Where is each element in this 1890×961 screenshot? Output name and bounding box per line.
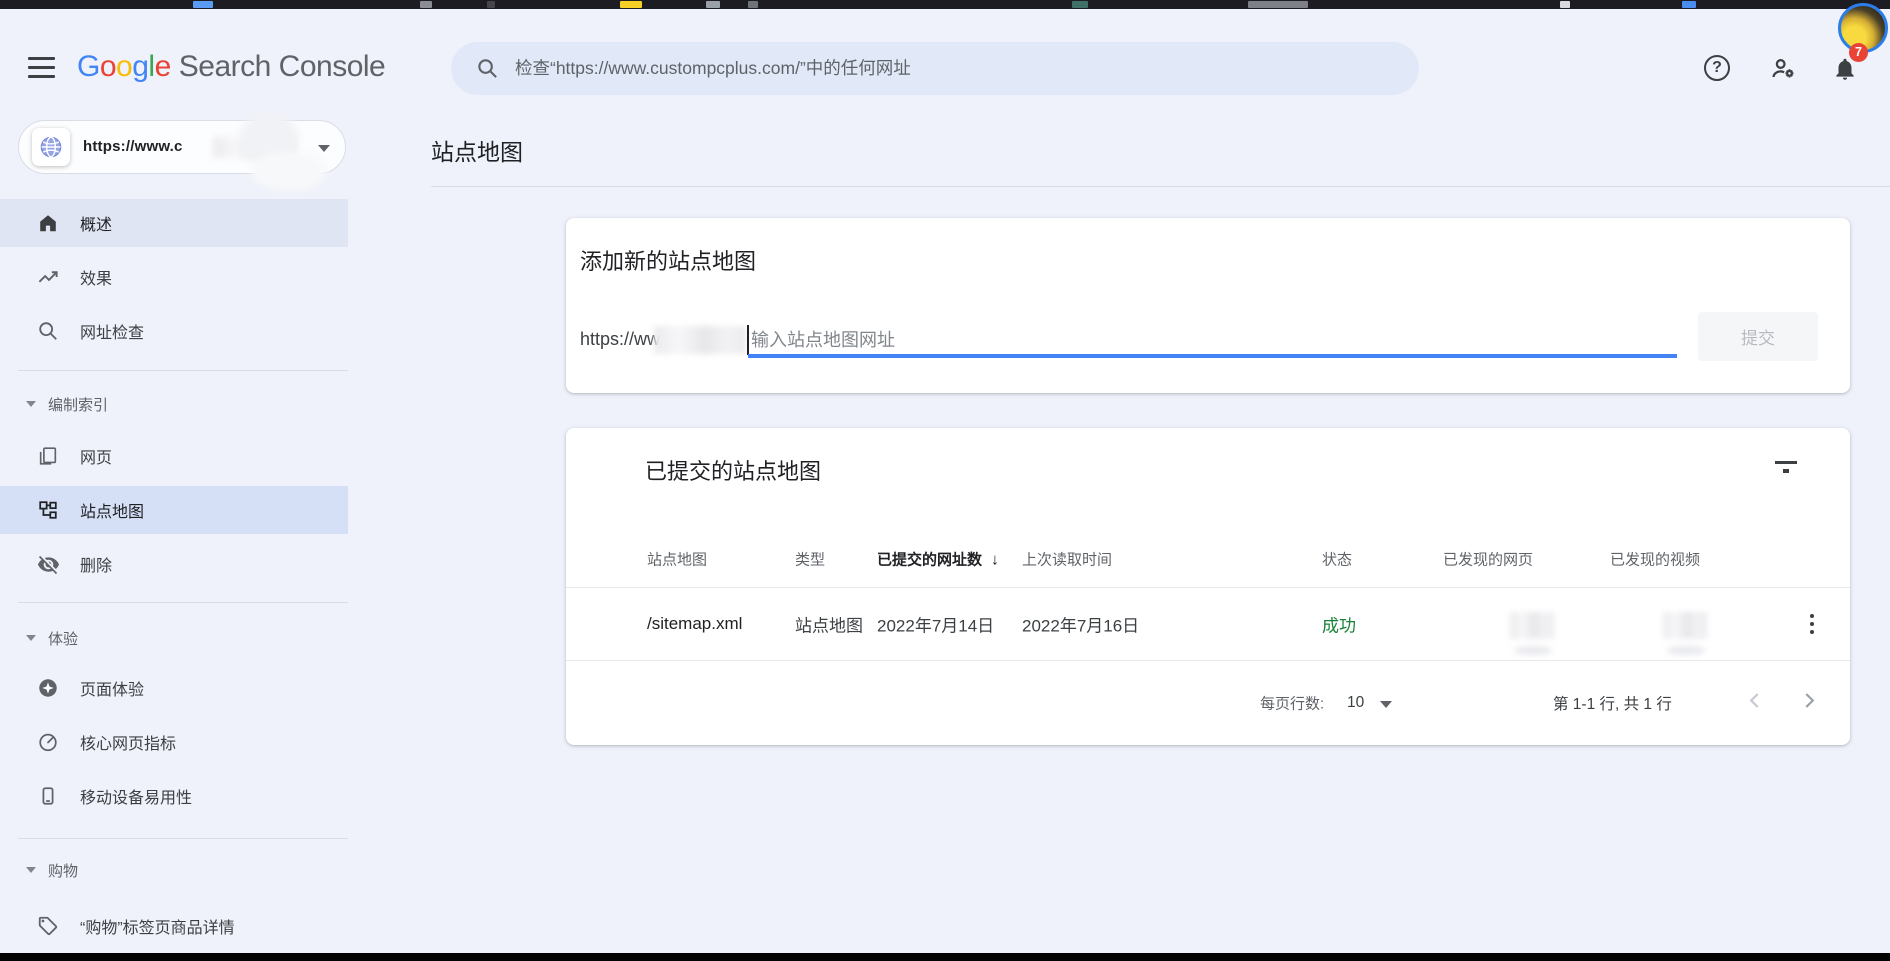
sidebar-item-pages[interactable]: 网页 bbox=[0, 432, 348, 480]
pages-icon bbox=[36, 444, 60, 468]
column-header-submitted-sorted[interactable]: 已提交的网址数↓ bbox=[877, 548, 999, 569]
tag-icon bbox=[36, 914, 60, 938]
notification-count-badge: 7 bbox=[1849, 43, 1868, 62]
url-inspection-input[interactable] bbox=[515, 42, 1395, 95]
trending-up-icon bbox=[36, 265, 60, 289]
sidebar-divider bbox=[18, 370, 348, 371]
rows-per-page-label: 每页行数: bbox=[1260, 693, 1324, 714]
next-page-button[interactable] bbox=[1796, 688, 1822, 719]
text-cursor bbox=[747, 325, 749, 355]
rows-per-page-value[interactable]: 10 bbox=[1347, 694, 1364, 712]
cell-last-read-date: 2022年7月16日 bbox=[1022, 612, 1139, 637]
column-header-sitemap[interactable]: 站点地图 bbox=[647, 548, 707, 569]
sort-descending-icon: ↓ bbox=[991, 551, 999, 568]
sidebar-item-page-experience[interactable]: 页面体验 bbox=[0, 664, 348, 712]
table-row[interactable]: /sitemap.xml 站点地图 2022年7月14日 2022年7月16日 … bbox=[566, 588, 1850, 661]
add-sitemap-card: 添加新的站点地图 https://www.cu 提交 bbox=[566, 218, 1850, 393]
search-icon bbox=[476, 57, 499, 80]
previous-page-button[interactable] bbox=[1742, 688, 1768, 719]
section-collapse-icon bbox=[26, 401, 36, 407]
submitted-sitemaps-title: 已提交的站点地图 bbox=[645, 454, 821, 486]
cell-type: 站点地图 bbox=[795, 612, 863, 637]
column-header-last-read[interactable]: 上次读取时间 bbox=[1022, 548, 1112, 569]
tab-fragment bbox=[706, 1, 720, 8]
sidebar-section-indexing[interactable]: 编制索引 bbox=[0, 386, 348, 422]
sidebar-item-core-web-vitals[interactable]: 核心网页指标 bbox=[0, 718, 348, 766]
sidebar-item-shopping-listings[interactable]: “购物”标签页商品详情 bbox=[0, 902, 348, 950]
sidebar-item-url-inspection[interactable]: 网址检查 bbox=[0, 307, 348, 355]
tab-fragment bbox=[1072, 1, 1088, 8]
url-inspection-search-bar[interactable] bbox=[451, 42, 1419, 95]
input-focus-underline bbox=[748, 354, 1677, 358]
tab-fragment bbox=[1682, 1, 1696, 8]
sidebar-item-performance[interactable]: 效果 bbox=[0, 253, 348, 301]
sidebar-item-sitemaps[interactable]: 站点地图 bbox=[0, 486, 348, 534]
sidebar-divider bbox=[18, 838, 348, 839]
page-experience-icon bbox=[36, 676, 60, 700]
sidebar-section-shopping[interactable]: 购物 bbox=[0, 852, 348, 888]
tab-fragment bbox=[748, 1, 758, 8]
section-collapse-icon bbox=[26, 635, 36, 641]
redacted-discovered-pages bbox=[1510, 612, 1554, 639]
add-sitemap-card-title: 添加新的站点地图 bbox=[580, 244, 756, 276]
section-collapse-icon bbox=[26, 867, 36, 873]
chevron-left-icon bbox=[1742, 688, 1768, 714]
search-icon bbox=[36, 319, 60, 343]
kebab-icon bbox=[1810, 614, 1815, 619]
column-header-status[interactable]: 状态 bbox=[1322, 548, 1352, 569]
eye-off-icon bbox=[36, 552, 60, 576]
property-url: https://www.c bbox=[83, 121, 183, 173]
speedometer-icon bbox=[36, 730, 60, 754]
globe-icon bbox=[32, 128, 70, 166]
tab-fragment bbox=[487, 1, 495, 8]
redaction-smudge bbox=[1667, 646, 1705, 655]
tab-fragment bbox=[420, 1, 432, 8]
browser-tab-strip bbox=[0, 0, 1890, 9]
title-divider bbox=[431, 186, 1890, 187]
sidebar-divider bbox=[18, 602, 348, 603]
redaction-smudge bbox=[1514, 646, 1552, 655]
sidebar-item-overview[interactable]: 概述 bbox=[0, 199, 348, 247]
tab-fragment bbox=[620, 1, 642, 8]
tab-fragment bbox=[1560, 1, 1570, 8]
cell-status-success: 成功 bbox=[1322, 612, 1356, 637]
submitted-sitemaps-card: 已提交的站点地图 站点地图 类型 已提交的网址数↓ 上次读取时间 状态 已发现的… bbox=[566, 428, 1850, 745]
sidebar-item-removals[interactable]: 删除 bbox=[0, 540, 348, 588]
cell-submitted-date: 2022年7月14日 bbox=[877, 612, 994, 637]
row-menu-button[interactable] bbox=[1792, 604, 1832, 644]
column-header-type[interactable]: 类型 bbox=[795, 548, 825, 569]
bottom-edge-strip bbox=[0, 953, 1890, 961]
page-title: 站点地图 bbox=[431, 133, 523, 167]
filter-button[interactable] bbox=[1766, 448, 1806, 488]
rows-per-page-dropdown-icon[interactable] bbox=[1380, 701, 1392, 708]
help-button[interactable]: ? bbox=[1696, 47, 1738, 89]
tab-fragment bbox=[193, 1, 213, 8]
sidebar-section-experience[interactable]: 体验 bbox=[0, 620, 348, 656]
cell-sitemap-path[interactable]: /sitemap.xml bbox=[647, 614, 742, 634]
tab-fragment bbox=[1248, 1, 1308, 8]
table-header-row: 站点地图 类型 已提交的网址数↓ 上次读取时间 状态 已发现的网页 已发现的视频 bbox=[566, 530, 1850, 588]
column-header-discovered-videos[interactable]: 已发现的视频 bbox=[1610, 548, 1700, 569]
filter-icon bbox=[1774, 459, 1798, 477]
chevron-down-icon bbox=[318, 145, 330, 152]
pagination-bar: 每页行数: 10 第 1-1 行, 共 1 行 bbox=[566, 661, 1850, 745]
user-settings-button[interactable] bbox=[1762, 47, 1804, 89]
user-settings-icon bbox=[1770, 55, 1797, 82]
redacted-discovered-videos bbox=[1663, 612, 1707, 639]
sidebar-item-mobile-usability[interactable]: 移动设备易用性 bbox=[0, 772, 348, 820]
redaction-blob bbox=[252, 152, 326, 190]
chevron-right-icon bbox=[1796, 688, 1822, 714]
column-header-discovered-pages[interactable]: 已发现的网页 bbox=[1443, 548, 1533, 569]
home-icon bbox=[36, 211, 60, 235]
sidebar: https://www.c 概述 效果 网址检查 编制索引 网页 站点地图 删除… bbox=[0, 0, 348, 961]
redacted-url-segment bbox=[654, 326, 746, 354]
sitemap-url-input[interactable] bbox=[751, 322, 1671, 358]
sitemap-icon bbox=[36, 498, 60, 522]
submit-sitemap-button[interactable]: 提交 bbox=[1698, 312, 1818, 361]
pagination-range: 第 1-1 行, 共 1 行 bbox=[1553, 692, 1672, 714]
smartphone-icon bbox=[36, 784, 60, 808]
help-icon: ? bbox=[1704, 55, 1730, 81]
